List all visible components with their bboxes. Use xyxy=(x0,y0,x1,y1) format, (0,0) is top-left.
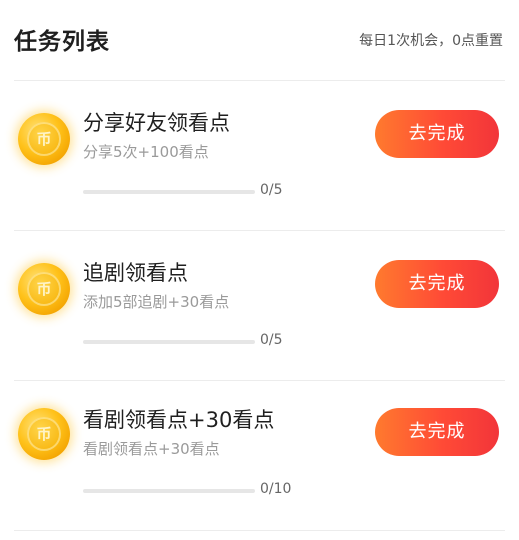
task-item-share-friends: 币 分享好友领看点 分享5次+100看点 0/5 去完成 xyxy=(0,81,519,231)
reset-note: 每日1次机会，0点重置 xyxy=(359,33,503,49)
complete-task-button[interactable]: 去完成 xyxy=(375,260,499,308)
progress-bar xyxy=(83,340,255,344)
task-title: 追剧领看点 xyxy=(83,261,188,285)
divider xyxy=(14,530,505,531)
coin-face: 币 xyxy=(27,272,61,306)
task-title: 看剧领看点+30看点 xyxy=(83,408,275,432)
complete-task-button[interactable]: 去完成 xyxy=(375,110,499,158)
page-title: 任务列表 xyxy=(14,29,110,55)
coin-icon: 币 xyxy=(18,263,70,315)
progress-count: 0/5 xyxy=(260,332,283,348)
progress-count: 0/5 xyxy=(260,182,283,198)
progress-bar xyxy=(83,190,255,194)
progress-count: 0/10 xyxy=(260,481,292,497)
coin-face: 币 xyxy=(27,417,61,451)
task-description: 看剧领看点+30看点 xyxy=(83,440,220,458)
coin-glyph: 币 xyxy=(36,425,52,443)
task-item-watch-drama: 币 看剧领看点+30看点 看剧领看点+30看点 0/10 去完成 xyxy=(0,381,519,531)
task-title: 分享好友领看点 xyxy=(83,111,230,135)
coin-glyph: 币 xyxy=(36,130,52,148)
progress-bar xyxy=(83,489,255,493)
coin-icon: 币 xyxy=(18,408,70,460)
task-description: 分享5次+100看点 xyxy=(83,143,209,161)
complete-task-button[interactable]: 去完成 xyxy=(375,408,499,456)
coin-face: 币 xyxy=(27,122,61,156)
task-item-follow-drama: 币 追剧领看点 添加5部追剧+30看点 0/5 去完成 xyxy=(0,231,519,381)
task-list-header: 任务列表 每日1次机会，0点重置 xyxy=(0,0,519,80)
coin-icon: 币 xyxy=(18,113,70,165)
task-description: 添加5部追剧+30看点 xyxy=(83,293,230,311)
coin-glyph: 币 xyxy=(36,280,52,298)
